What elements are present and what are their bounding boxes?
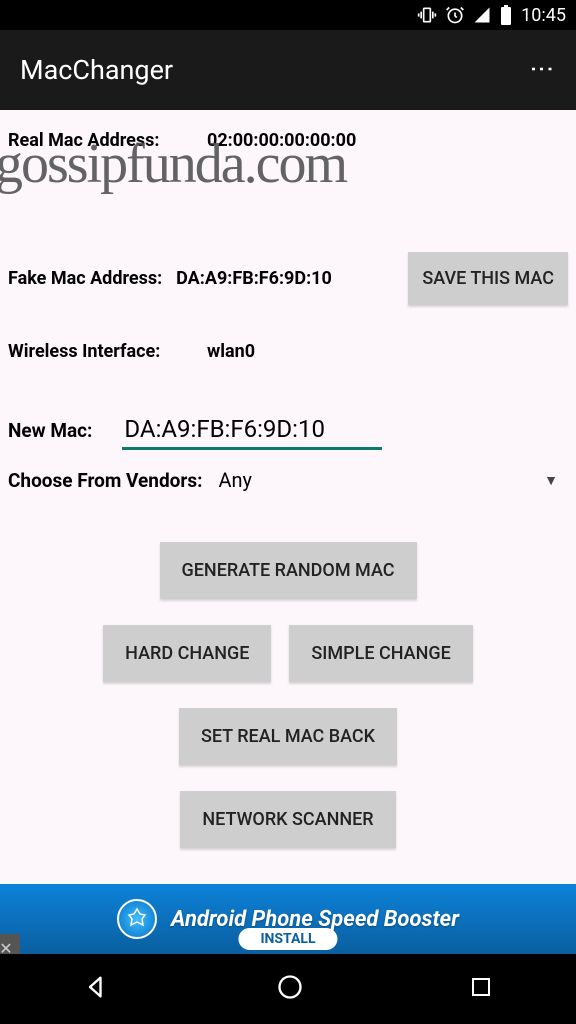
nav-recent-button[interactable]: [469, 975, 493, 1003]
status-time: 10:45: [521, 5, 566, 26]
set-real-mac-button[interactable]: SET REAL MAC BACK: [179, 708, 397, 765]
vibrate-icon: [417, 5, 437, 25]
ad-app-icon: [117, 899, 157, 939]
new-mac-input[interactable]: [122, 411, 382, 450]
button-area: GENERATE RANDOM MAC HARD CHANGE SIMPLE C…: [8, 542, 568, 848]
overflow-menu-icon[interactable]: ⋮: [528, 57, 556, 83]
network-scanner-button[interactable]: NETWORK SCANNER: [180, 791, 395, 848]
hard-change-button[interactable]: HARD CHANGE: [103, 625, 271, 682]
new-mac-label: New Mac:: [8, 419, 92, 442]
real-mac-label: Real Mac Address:: [8, 130, 193, 151]
nav-back-button[interactable]: [83, 973, 111, 1005]
save-mac-button[interactable]: SAVE THIS MAC: [408, 252, 568, 305]
fake-mac-row: Fake Mac Address: DA:A9:FB:F6:9D:10 SAVE…: [8, 252, 568, 305]
simple-change-button[interactable]: SIMPLE CHANGE: [289, 625, 472, 682]
signal-icon: [473, 6, 491, 24]
battery-icon: [499, 5, 513, 25]
real-mac-value: 02:00:00:00:00:00: [207, 130, 356, 151]
fake-mac-label: Fake Mac Address:: [8, 268, 162, 289]
generate-random-button[interactable]: GENERATE RANDOM MAC: [160, 542, 417, 599]
wireless-value: wlan0: [207, 341, 255, 362]
vendors-value: Any: [218, 468, 252, 492]
chevron-down-icon[interactable]: ▼: [544, 472, 568, 489]
status-bar: 10:45: [0, 0, 576, 30]
real-mac-row: Real Mac Address: 02:00:00:00:00:00: [8, 120, 568, 160]
app-bar: MacChanger ⋮: [0, 30, 576, 110]
nav-bar: [0, 954, 576, 1024]
ad-install-button[interactable]: INSTALL: [238, 928, 337, 950]
ad-banner[interactable]: ✕ Android Phone Speed Booster INSTALL: [0, 884, 576, 954]
vendors-label: Choose From Vendors:: [8, 469, 202, 492]
wireless-label: Wireless Interface:: [8, 341, 193, 362]
nav-home-button[interactable]: [276, 973, 304, 1005]
content: gossipfunda.com Real Mac Address: 02:00:…: [0, 110, 576, 858]
alarm-icon: [445, 5, 465, 25]
wireless-row: Wireless Interface: wlan0: [8, 331, 568, 371]
app-title: MacChanger: [20, 54, 173, 86]
vendors-row[interactable]: Choose From Vendors: Any ▼: [8, 468, 568, 492]
fake-mac-value: DA:A9:FB:F6:9D:10: [176, 268, 332, 289]
new-mac-row: New Mac:: [8, 411, 568, 450]
